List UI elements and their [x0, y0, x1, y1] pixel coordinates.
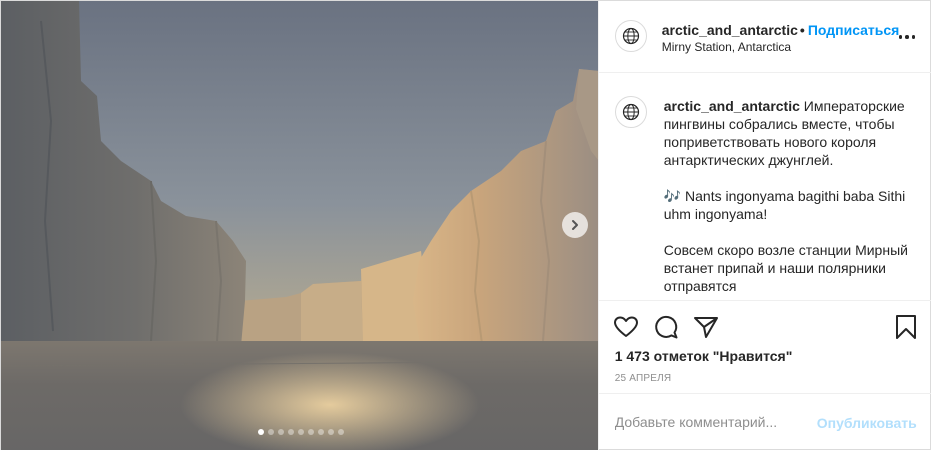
separator-dot: •	[799, 22, 805, 38]
carousel-dot	[288, 429, 295, 435]
header-line: arctic_and_antarctic • Подписаться	[662, 22, 900, 38]
next-photo-button[interactable]	[562, 212, 588, 238]
publish-button[interactable]: Опубликовать	[817, 415, 917, 431]
avatar[interactable]	[614, 96, 647, 128]
globe-icon	[622, 103, 639, 121]
carousel-dot	[278, 429, 285, 435]
comments-area[interactable]: arctic_and_antarctic Императорские пингв…	[599, 74, 931, 300]
bookmark-icon[interactable]	[893, 314, 919, 340]
carousel-dot	[268, 429, 275, 435]
post-actions: 1 473 отметок "Нравится" 25 АПРЕЛЯ	[599, 301, 931, 387]
more-dot-icon	[898, 35, 903, 39]
caption-username-link[interactable]: arctic_and_antarctic	[664, 98, 800, 114]
post-caption: arctic_and_antarctic Императорские пингв…	[664, 97, 909, 295]
carousel-dot	[308, 429, 315, 435]
share-icon[interactable]	[693, 314, 719, 340]
post-header: arctic_and_antarctic • Подписаться Mirny S…	[598, 1, 931, 73]
comment-input[interactable]	[614, 414, 815, 430]
globe-icon	[622, 27, 639, 45]
carousel-indicator	[1, 429, 598, 435]
post-photo[interactable]	[1, 1, 598, 450]
caption-text: Императорские пингвины собрались вместе,…	[663, 98, 908, 294]
post-date[interactable]: 25 АПРЕЛЯ	[615, 373, 672, 384]
more-dot-icon	[911, 35, 916, 39]
more-options-button[interactable]	[898, 35, 916, 39]
likes-count[interactable]: 1 473 отметок "Нравится"	[615, 348, 793, 364]
post-side-panel: arctic_and_antarctic • Подписаться Mirny S…	[597, 1, 931, 450]
avatar[interactable]	[614, 20, 647, 52]
carousel-dot	[318, 429, 325, 435]
more-dot-icon	[905, 35, 909, 39]
carousel-dot	[298, 429, 305, 435]
comment-form: Опубликовать	[599, 394, 931, 450]
comment-icon[interactable]	[653, 314, 679, 340]
carousel-dot	[338, 429, 345, 435]
instagram-post: arctic_and_antarctic • Подписаться Mirny S…	[0, 0, 931, 450]
photo-ice-canyon	[1, 1, 598, 450]
chevron-right-icon	[572, 220, 578, 230]
location-link[interactable]: Mirny Station, Antarctica	[662, 40, 791, 54]
carousel-dot	[258, 429, 265, 435]
follow-button[interactable]: Подписаться	[808, 22, 900, 38]
heart-icon[interactable]	[613, 314, 639, 340]
carousel-dot	[328, 429, 335, 435]
username-link[interactable]: arctic_and_antarctic	[662, 22, 798, 38]
